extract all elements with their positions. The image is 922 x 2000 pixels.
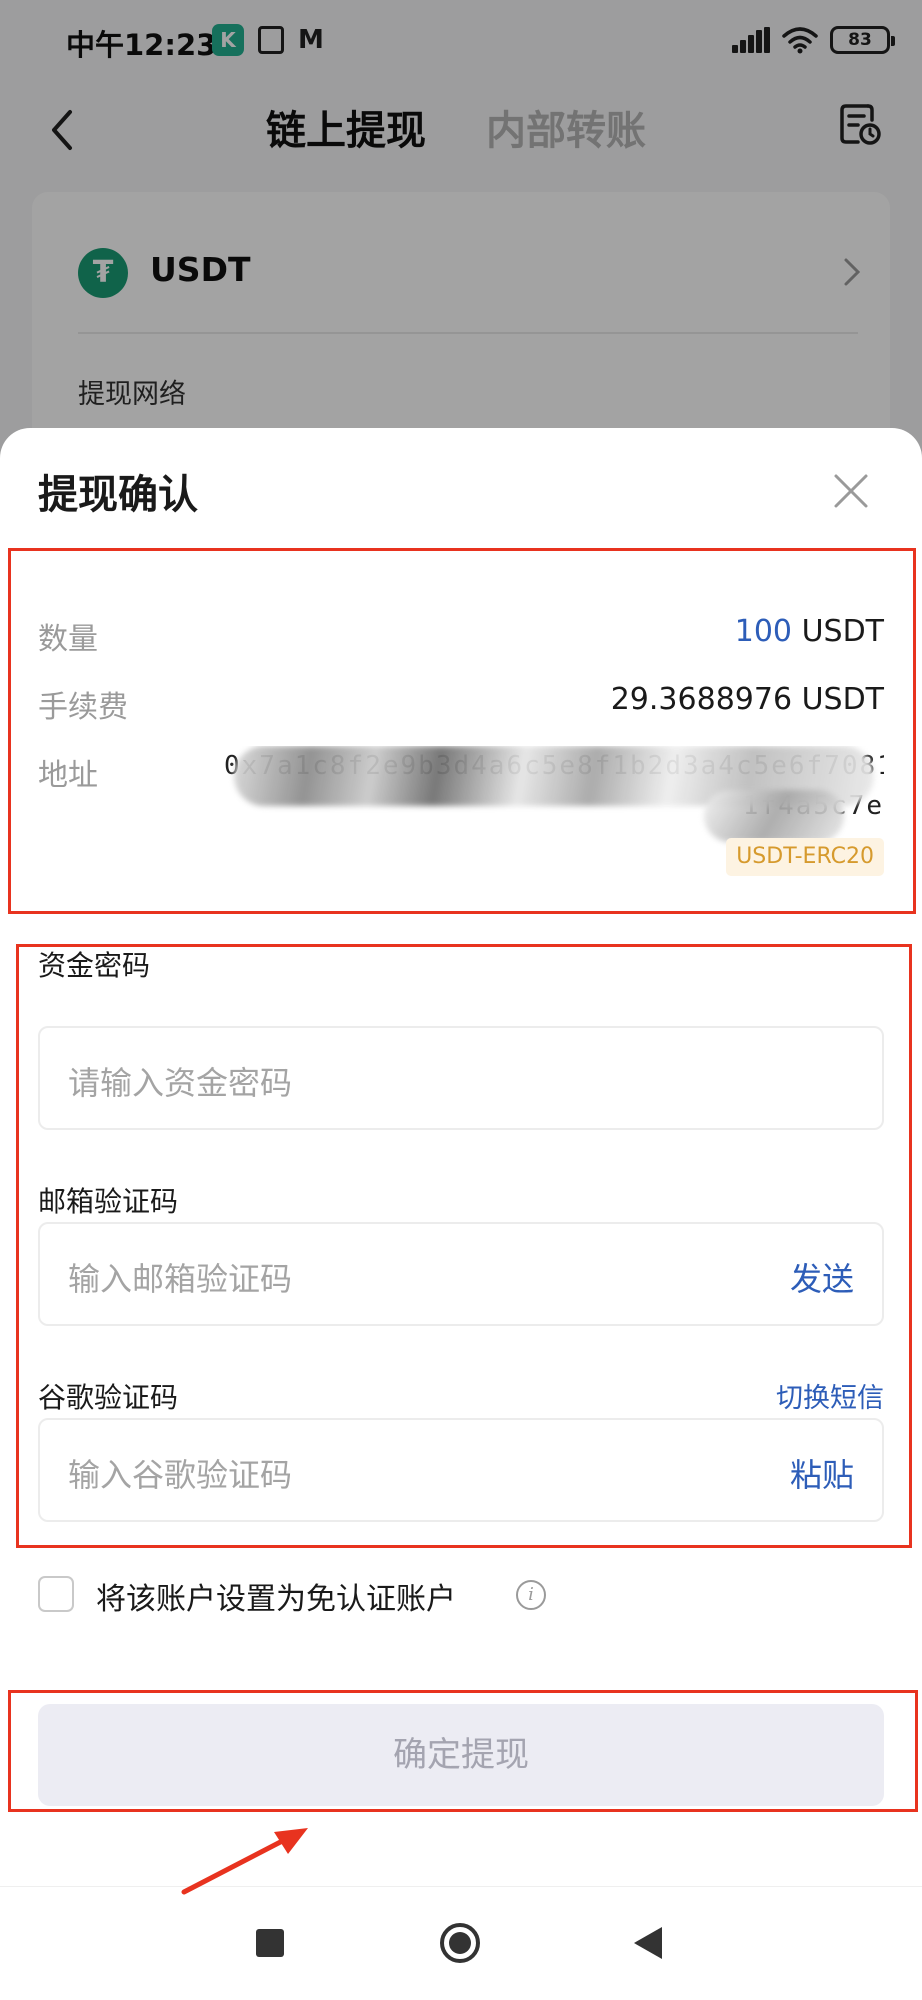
annotation-box-confirm	[8, 1690, 918, 1812]
recent-apps-icon[interactable]	[256, 1929, 284, 1957]
home-icon[interactable]	[440, 1923, 480, 1963]
trusted-account-checkbox[interactable]	[38, 1576, 74, 1612]
annotation-arrow	[181, 1828, 308, 1895]
sheet-title: 提现确认	[38, 472, 198, 518]
system-nav-bar	[0, 1886, 922, 2000]
annotation-box-verification	[16, 944, 912, 1548]
info-icon[interactable]: i	[516, 1580, 546, 1610]
system-back-icon[interactable]	[634, 1927, 662, 1959]
close-icon[interactable]	[832, 472, 870, 510]
annotation-box-details	[8, 548, 916, 914]
trusted-account-label[interactable]: 将该账户设置为免认证账户	[96, 1574, 456, 1618]
